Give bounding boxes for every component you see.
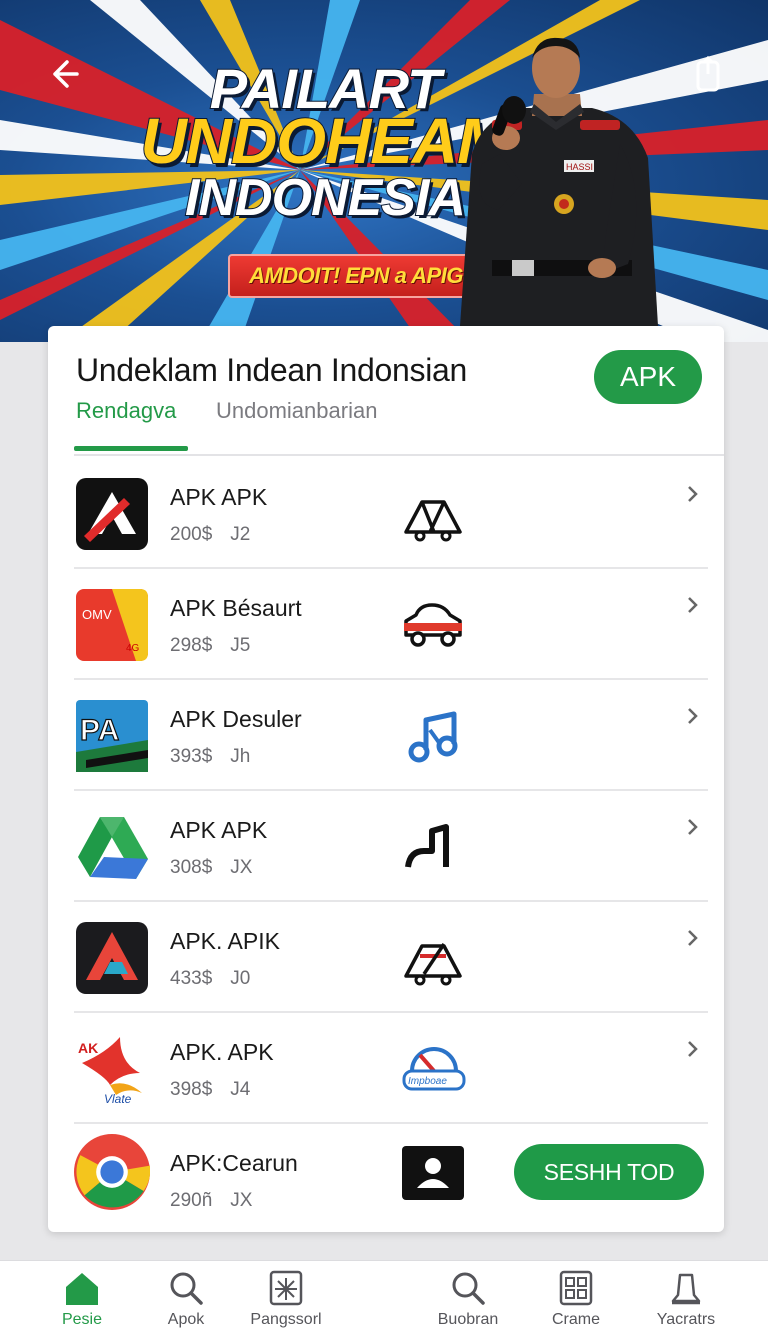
chevron-right-icon	[688, 708, 698, 724]
tab-bar: Rendagva Undomianbarian	[48, 388, 724, 454]
speedometer-label: Impboae	[408, 1076, 447, 1087]
tab-rendagva[interactable]: Rendagva	[76, 398, 176, 424]
bird-logo-text: AK	[78, 1040, 98, 1056]
app-size: 200$	[170, 524, 213, 545]
nav-item-crame[interactable]: Crame	[526, 1269, 626, 1341]
app-size: 298$	[170, 635, 213, 656]
app-meta: 393$ Jh	[170, 746, 268, 768]
list-item[interactable]: APK APK 200$ J2	[74, 458, 708, 569]
action-button[interactable]: SESHH TOD	[514, 1144, 704, 1200]
chevron-right-icon	[688, 486, 698, 502]
google-drive-icon	[78, 817, 148, 879]
tab-undomianbarian[interactable]: Undomianbarian	[216, 398, 377, 424]
hero-cta-button[interactable]: AMDOIT! EPN a APIG	[228, 254, 484, 298]
app-size: 290ñ	[170, 1190, 213, 1211]
speedometer-icon: Impboae	[402, 1047, 466, 1091]
arrow-left-icon	[53, 60, 79, 88]
nav-label: Apok	[167, 1311, 205, 1328]
share-button[interactable]	[688, 52, 728, 96]
app-rating: J2	[230, 524, 251, 545]
search-icon	[170, 1272, 203, 1305]
uniformed-man-image: HASSI	[460, 37, 658, 326]
app-name: APK. APK	[170, 1039, 274, 1065]
nav-label: Pesie	[61, 1311, 103, 1328]
nav-item-pesie[interactable]: Pesie	[32, 1269, 132, 1341]
stair-step-icon	[405, 824, 449, 868]
tabs-divider	[74, 454, 724, 456]
tile-text-bottom: 4G	[126, 643, 140, 654]
app-meta: 290ñ JX	[170, 1190, 270, 1212]
apk-list-card: Undeklam Indean Indonsian APK Rendagva U…	[48, 326, 724, 1232]
delta-a-icon	[76, 478, 148, 550]
app-name: APK APK	[170, 817, 268, 843]
app-rating: J0	[230, 968, 251, 989]
tile-text-top: OMV	[82, 607, 112, 622]
nav-label: Crame	[551, 1311, 600, 1328]
app-meta: 200$ J2	[170, 524, 268, 546]
tent-outline-icon	[404, 500, 462, 542]
list-item[interactable]: AK Vlate APK. APK 398$ J4 Impboae	[74, 1013, 708, 1124]
hero-banner: PAILART UNDOHEAM INDONESIA AMDOIT! EPN a…	[0, 0, 768, 342]
list-item[interactable]: APK:Cearun 290ñ JX SESHH TOD	[74, 1124, 708, 1232]
music-note-icon	[408, 711, 458, 763]
grid-icon	[559, 1270, 593, 1306]
pa-logo-icon: PA	[76, 700, 148, 772]
app-name: APK. APIK	[170, 928, 280, 954]
nav-label: Buobran	[437, 1311, 499, 1328]
app-detail-screen: PAILART UNDOHEAM INDONESIA AMDOIT! EPN a…	[0, 0, 768, 1344]
app-size: 393$	[170, 746, 213, 767]
back-button[interactable]	[40, 50, 88, 98]
app-name: APK Desuler	[170, 706, 302, 732]
app-meta: 308$ JX	[170, 857, 270, 879]
chevron-right-icon	[688, 819, 698, 835]
active-tab-indicator	[74, 446, 188, 451]
app-size: 308$	[170, 857, 213, 878]
chevron-right-icon	[688, 930, 698, 946]
nav-item-pangssorl[interactable]: Pangssorl	[236, 1269, 336, 1341]
app-name: APK:Cearun	[170, 1150, 298, 1176]
bell-icon	[671, 1273, 701, 1305]
bird-logo-icon: AK Vlate	[78, 1037, 142, 1105]
nav-label: Yacratrs	[656, 1311, 716, 1328]
app-meta: 398$ J4	[170, 1079, 268, 1101]
app-rating: J4	[230, 1079, 251, 1100]
list-item[interactable]: OMV 4G APK Bésaurt 298$ J5	[74, 569, 708, 680]
nav-label: Pangssorl	[250, 1311, 322, 1328]
chevron-right-icon	[688, 1041, 698, 1057]
list-item[interactable]: APK. APIK 433$ J0	[74, 902, 708, 1013]
dark-delta-icon	[76, 922, 148, 994]
app-rating: JX	[230, 1190, 253, 1211]
app-meta: 433$ J0	[170, 968, 268, 990]
red-yellow-tile-icon: OMV 4G	[76, 589, 148, 661]
apk-list: APK APK 200$ J2 OMV 4G APK Bésaurt 298$ …	[74, 458, 708, 1232]
chrome-icon	[74, 1134, 150, 1210]
app-rating: Jh	[230, 746, 251, 767]
home-icon	[66, 1273, 98, 1305]
app-size: 433$	[170, 968, 213, 989]
contact-card-icon	[402, 1146, 464, 1200]
list-item[interactable]: APK APK 308$ JX	[74, 791, 708, 902]
list-item[interactable]: PA APK Desuler 393$ Jh	[74, 680, 708, 791]
app-rating: J5	[230, 635, 251, 656]
app-meta: 298$ J5	[170, 635, 268, 657]
app-name: APK Bésaurt	[170, 595, 302, 621]
bottom-navigation: Pesie Apok Pangssorl Buobran Crame Yacra…	[0, 1260, 768, 1344]
bird-logo-subtext: Vlate	[104, 1092, 132, 1105]
phone-share-icon	[696, 56, 720, 92]
puzzle-icon	[269, 1270, 303, 1306]
app-size: 398$	[170, 1079, 213, 1100]
app-name: APK APK	[170, 484, 268, 510]
tent-slash-icon	[404, 943, 462, 986]
car-icon	[404, 603, 462, 647]
card-title: Undeklam Indean Indonsian	[76, 352, 468, 388]
nav-item-buobran[interactable]: Buobran	[418, 1269, 518, 1341]
chevron-right-icon	[688, 597, 698, 613]
app-rating: JX	[230, 857, 253, 878]
search-icon	[452, 1272, 485, 1305]
nav-item-yacratrs[interactable]: Yacratrs	[636, 1269, 736, 1341]
pa-logo-text: PA	[80, 714, 119, 747]
nav-item-apok[interactable]: Apok	[136, 1269, 236, 1341]
uniform-name-tag: HASSI	[566, 162, 593, 172]
